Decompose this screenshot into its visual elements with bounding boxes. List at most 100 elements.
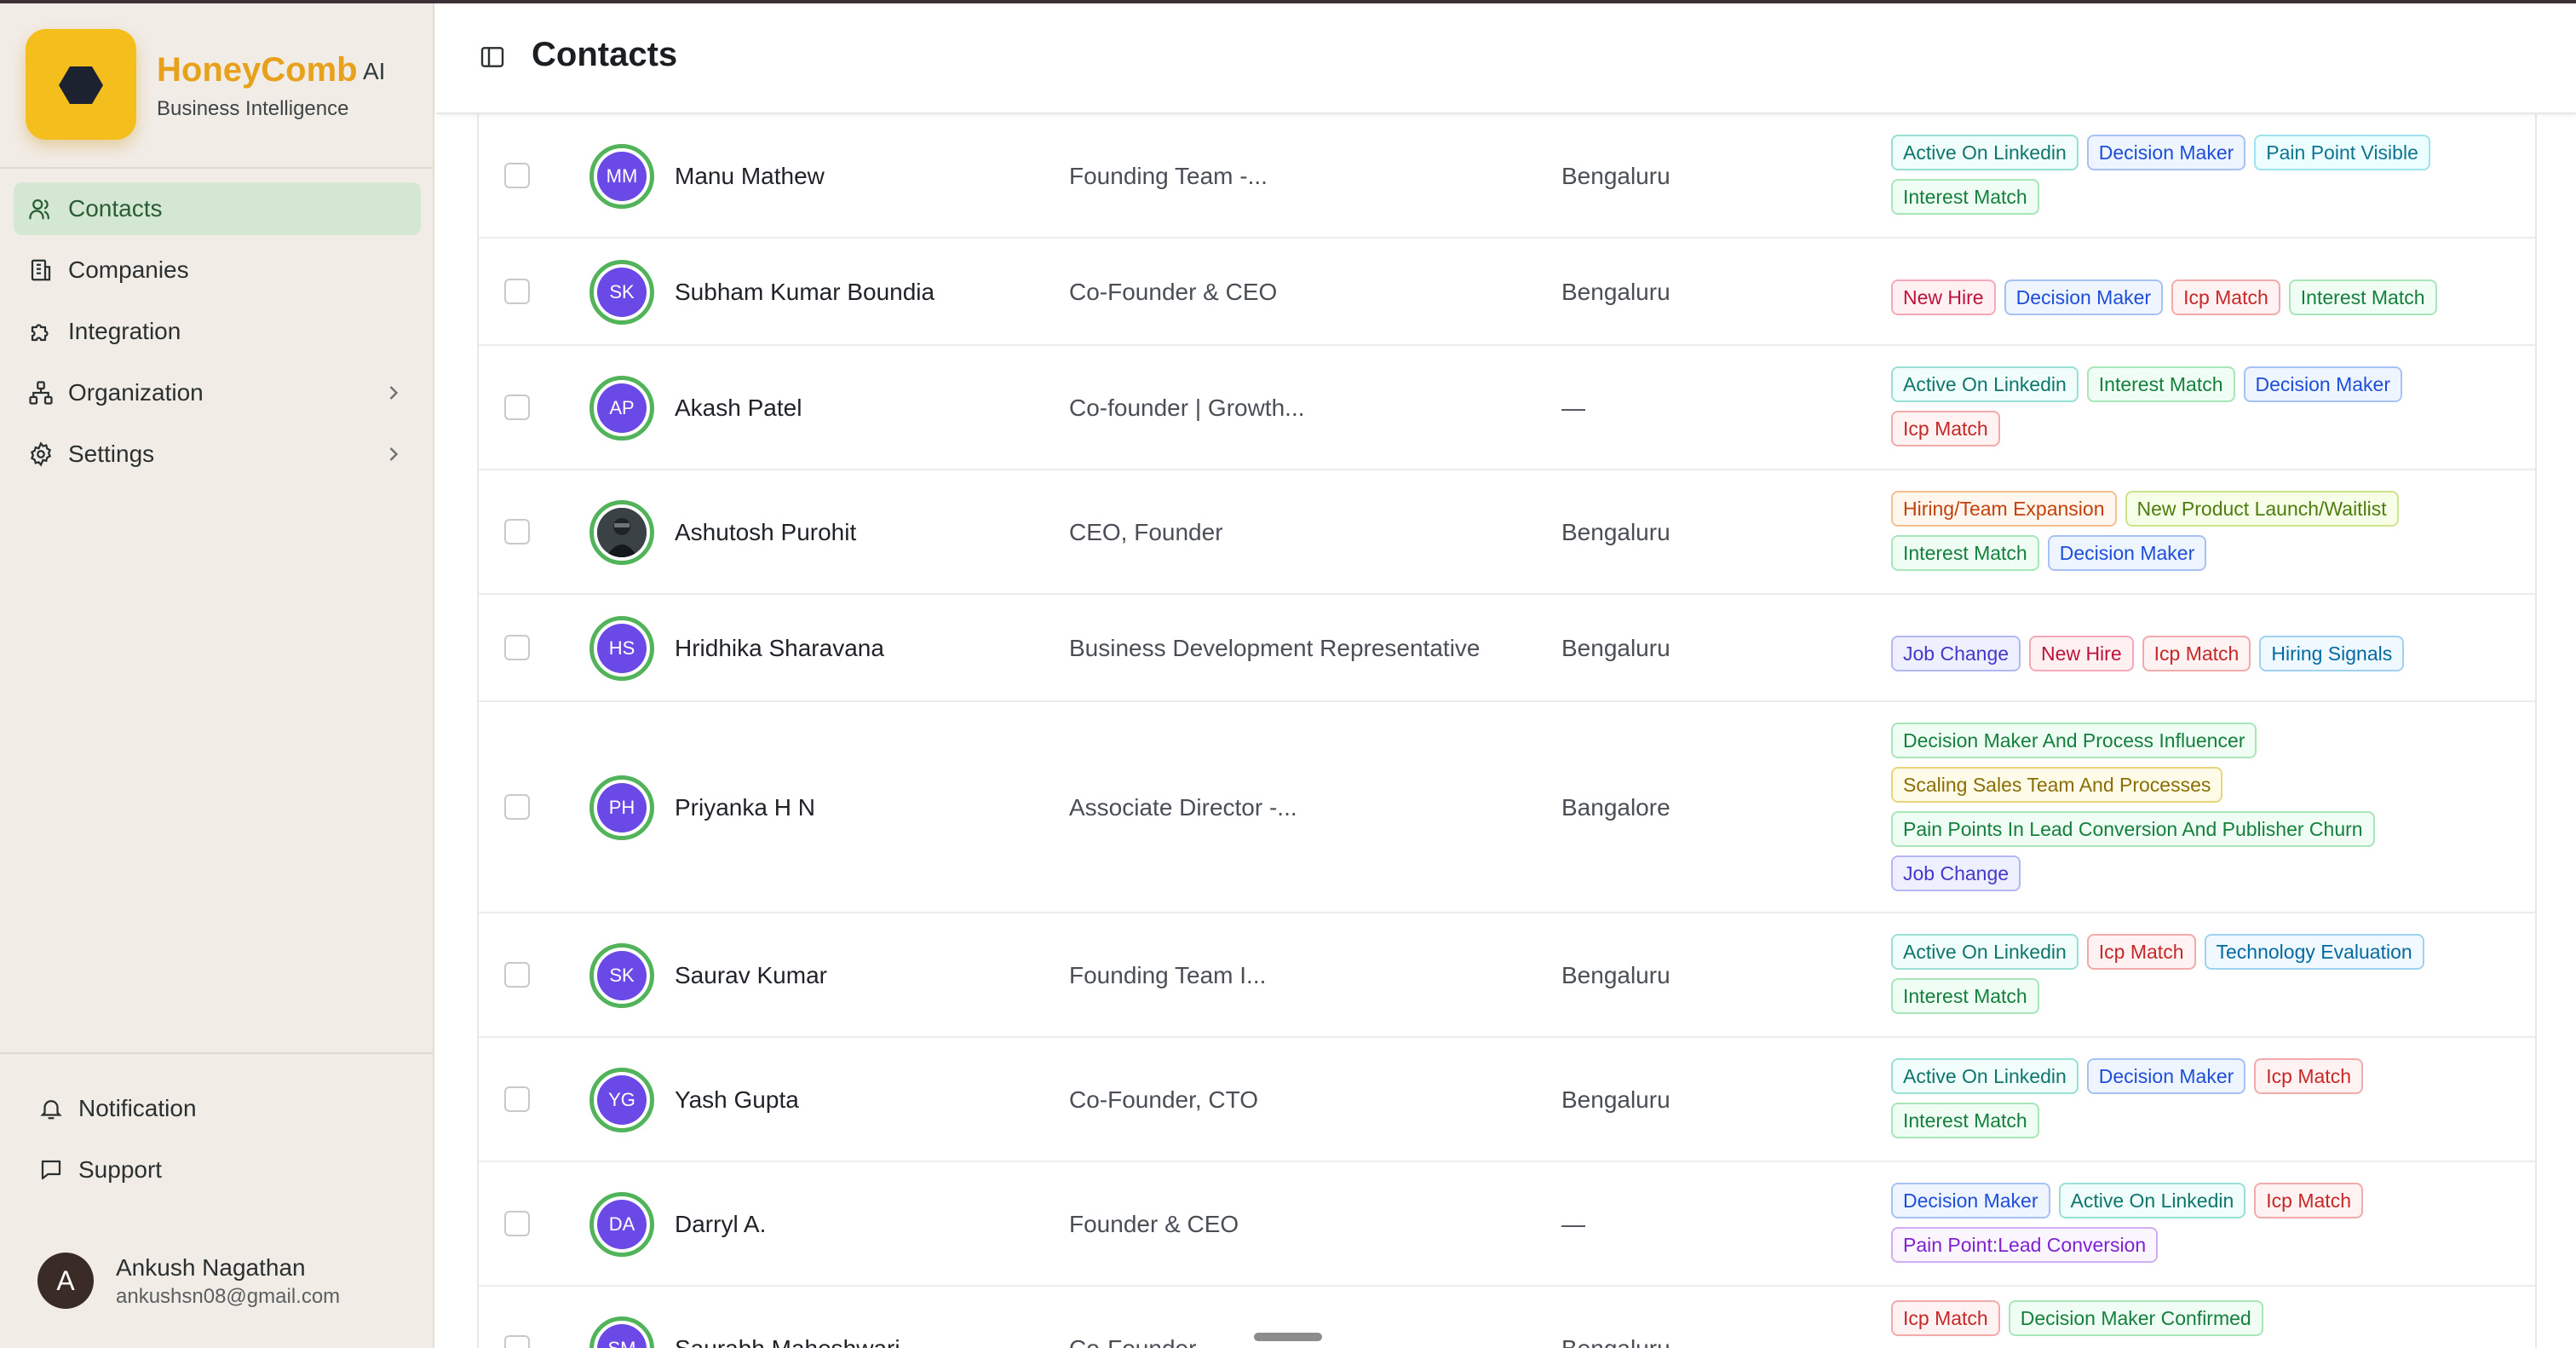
signal-tag: Interest Match [1891,1103,2039,1138]
contact-name[interactable]: Darryl A. [675,1211,766,1238]
signal-tags: Active On Linkedin Icp Match Technology Ev… [1891,934,2504,1014]
notification-label: Notification [78,1095,197,1121]
brand-name: HoneyComb [157,51,358,89]
table-row[interactable]: HS Hridhika Sharavana Business Development… [479,595,2535,702]
contact-name[interactable]: Priyanka H N [675,794,815,821]
avatar: AP [589,376,654,441]
table-row[interactable]: SK Saurav Kumar Founding Team I... Bengalur… [479,913,2535,1038]
signal-tag: Icp Match [1891,411,2000,446]
sidebar-item-label: Settings [68,441,155,467]
contact-name[interactable]: Subham Kumar Boundia [675,279,934,306]
sidebar-item-organization[interactable]: Organization [14,366,421,419]
building-icon [27,256,55,284]
signal-tag: Decision Maker Confirmed [2008,1300,2263,1336]
contact-name[interactable]: Hridhika Sharavana [675,635,884,662]
signal-tag: Icp Match [2086,934,2196,970]
avatar: A [37,1253,94,1309]
signal-tag: Interest Match [1891,179,2039,215]
user-profile[interactable]: A Ankush Nagathan ankushsn08@gmail.com [37,1246,412,1314]
divider [0,1052,433,1054]
signal-tag: Active On Linkedin [1891,366,2079,402]
brand: HoneyComb AI Business Intelligence [26,29,426,140]
sidebar-item-label: Integration [68,318,181,344]
scroll-handle[interactable] [1254,1333,1322,1341]
contact-location: Bengaluru [1561,279,1670,305]
brand-subtitle: Business Intelligence [157,97,349,120]
user-email: ankushsn08@gmail.com [116,1285,341,1308]
sidebar-item-label: Organization [68,379,204,406]
support-button[interactable]: Support [37,1156,162,1184]
signal-tags: Decision Maker Active On Linkedin Icp Matc… [1891,1183,2504,1263]
users-icon [27,195,55,222]
contact-name[interactable]: Saurav Kumar [675,962,827,989]
signal-tag: Active On Linkedin [1891,934,2079,970]
table-row[interactable]: DA Darryl A. Founder & CEO — Decision Maker A… [479,1162,2535,1287]
row-checkbox[interactable] [504,163,530,188]
row-checkbox[interactable] [504,635,530,660]
signal-tag: Pain Point Visible [2254,135,2430,170]
support-label: Support [78,1156,163,1183]
row-checkbox[interactable] [504,794,530,820]
contact-title: Co-Founder, CTO [1069,1086,1259,1113]
contact-title: Co-Founder [1069,1335,1196,1348]
sidebar-toggle-icon[interactable] [479,43,506,75]
table-row[interactable]: SM Saurabh Maheshwari Co-Founder Bengaluru I… [479,1287,2535,1348]
sidebar-item-companies[interactable]: Companies [14,244,421,297]
notification-button[interactable]: Notification [37,1095,197,1122]
contact-name[interactable]: Manu Mathew [675,163,825,190]
signal-tag: Icp Match [2254,1058,2363,1094]
table-row[interactable]: AP Akash Patel Co-founder | Growth... — Acti… [479,346,2535,470]
gear-icon [27,441,55,468]
signal-tag: Decision Maker [2047,535,2207,571]
signal-tags: Active On Linkedin Interest Match Decision… [1891,366,2504,446]
table-row[interactable]: SK Subham Kumar Boundia Co-Founder & CEO Be… [479,239,2535,346]
table-row[interactable]: MM Manu Mathew Founding Team -... Bengaluru… [479,114,2535,239]
sidebar-item-integration[interactable]: Integration [14,305,421,358]
contact-title: Founding Team -... [1069,163,1268,189]
table-row[interactable]: Ashutosh Purohit CEO, Founder Bengaluru Hir… [479,470,2535,595]
signal-tags: Decision Maker And Process Influencer Sca… [1891,723,2504,891]
row-checkbox[interactable] [504,1086,530,1112]
row-checkbox[interactable] [504,519,530,544]
avatar: YG [589,1068,654,1132]
contact-name[interactable]: Ashutosh Purohit [675,519,856,546]
divider [0,167,433,169]
sidebar-item-contacts[interactable]: Contacts [14,182,421,235]
sidebar-item-label: Contacts [68,195,163,222]
avatar: SK [589,260,654,325]
signal-tag: Interest Match [2086,366,2235,402]
avatar-initials: YG [597,1075,647,1125]
row-checkbox[interactable] [504,1335,530,1348]
signal-tags: Job Change New Hire Icp Match Hiring Signal… [1891,636,2504,671]
signal-tag: Job Change [1891,855,2021,891]
row-checkbox[interactable] [504,395,530,420]
signal-tag: Decision Maker [2086,135,2246,170]
contact-title: Founder & CEO [1069,1211,1239,1237]
table-row[interactable]: PH Priyanka H N Associate Director -... Ban… [479,702,2535,913]
contact-title: Associate Director -... [1069,794,1297,821]
contact-title: Co-founder | Growth... [1069,395,1305,421]
signal-tag: New Hire [2029,636,2134,671]
signal-tags: Hiring/Team Expansion New Product Launch/… [1891,491,2504,571]
signal-tags: Active On Linkedin Decision Maker Icp Matc… [1891,1058,2504,1138]
contact-name[interactable]: Saurabh Maheshwari [675,1335,900,1348]
signal-tags: Active On Linkedin Decision Maker Pain Poi… [1891,135,2504,215]
row-checkbox[interactable] [504,279,530,304]
contact-location: Bengaluru [1561,1086,1670,1113]
avatar: HS [589,616,654,681]
signal-tag: Pain Point:Lead Conversion [1891,1227,2159,1263]
contact-name[interactable]: Yash Gupta [675,1086,799,1114]
signal-tag: Interest Match [1891,978,2039,1014]
sidebar-item-settings[interactable]: Settings [14,428,421,481]
honeycomb-logo[interactable] [26,29,136,140]
signal-tag: Icp Match [2142,636,2251,671]
table-row[interactable]: YG Yash Gupta Co-Founder, CTO Bengaluru Acti… [479,1038,2535,1162]
row-checkbox[interactable] [504,1211,530,1236]
signal-tag: Technology Evaluation [2204,934,2424,970]
signal-tags: Icp Match Decision Maker Confirmed [1891,1300,2504,1336]
contact-location: Bengaluru [1561,1335,1670,1348]
contact-name[interactable]: Akash Patel [675,395,802,422]
signal-tag: Scaling Sales Team And Processes [1891,767,2223,803]
signal-tag: Decision Maker [2004,279,2164,315]
row-checkbox[interactable] [504,962,530,988]
